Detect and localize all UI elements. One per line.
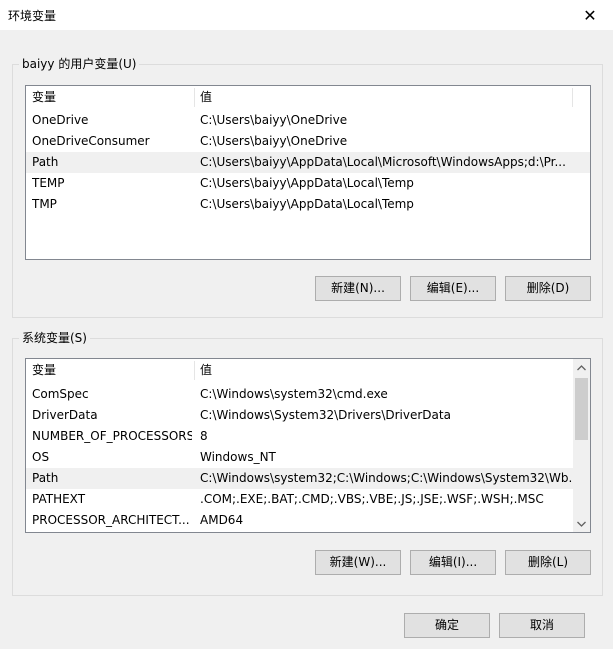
variable-name: Path bbox=[32, 471, 59, 485]
table-row[interactable]: ComSpec C:\Windows\system32\cmd.exe bbox=[26, 384, 573, 405]
variable-name: PROCESSOR_ARCHITECT... bbox=[32, 513, 190, 527]
table-row-selected[interactable]: Path C:\Windows\system32;C:\Windows;C:\W… bbox=[26, 468, 580, 489]
vertical-scrollbar[interactable] bbox=[573, 359, 590, 532]
user-variables-list[interactable]: 变量 值 OneDrive C:\Users\baiyy\OneDrive On… bbox=[25, 85, 591, 260]
ok-button[interactable]: 确定 bbox=[404, 613, 490, 638]
table-row[interactable]: TMP C:\Users\baiyy\AppData\Local\Temp bbox=[26, 194, 590, 215]
system-variables-legend: 系统变量(S) bbox=[19, 331, 90, 345]
user-new-button[interactable]: 新建(N)... bbox=[315, 276, 401, 301]
variable-name: NUMBER_OF_PROCESSORS bbox=[32, 429, 192, 443]
column-header-value[interactable]: 值 bbox=[194, 86, 212, 110]
user-delete-button[interactable]: 删除(D) bbox=[505, 276, 591, 301]
title-bar: 环境变量 ✕ bbox=[0, 0, 613, 30]
variable-value: C:\Users\baiyy\OneDrive bbox=[200, 134, 348, 148]
variable-name: PATHEXT bbox=[32, 492, 86, 506]
variable-value: C:\Windows\system32\cmd.exe bbox=[200, 387, 388, 401]
column-separator[interactable] bbox=[572, 88, 573, 107]
variable-name: OneDriveConsumer bbox=[32, 134, 150, 148]
scroll-up-icon[interactable] bbox=[573, 359, 590, 376]
table-row[interactable]: OneDriveConsumer C:\Users\baiyy\OneDrive bbox=[26, 131, 590, 152]
system-variables-group: 系统变量(S) 变量 值 ComSpec C:\Windows\system32… bbox=[12, 331, 603, 596]
variable-name: DriverData bbox=[32, 408, 98, 422]
variable-name: Path bbox=[32, 155, 59, 169]
variable-value: C:\Users\baiyy\AppData\Local\Temp bbox=[200, 197, 414, 211]
system-edit-button[interactable]: 编辑(I)... bbox=[410, 550, 496, 575]
table-row[interactable]: PROCESSOR_ARCHITECT... AMD64 bbox=[26, 510, 573, 531]
variable-value: C:\Windows\System32\Drivers\DriverData bbox=[200, 408, 451, 422]
table-row-selected[interactable]: Path C:\Users\baiyy\AppData\Local\Micros… bbox=[26, 152, 590, 173]
cancel-button[interactable]: 取消 bbox=[499, 613, 585, 638]
user-variables-legend: baiyy 的用户变量(U) bbox=[19, 57, 140, 71]
system-list-header: 变量 值 bbox=[26, 359, 573, 383]
window-title: 环境变量 bbox=[8, 9, 57, 23]
variable-value: .COM;.EXE;.BAT;.CMD;.VBS;.VBE;.JS;.JSE;.… bbox=[200, 492, 544, 506]
table-row[interactable]: TEMP C:\Users\baiyy\AppData\Local\Temp bbox=[26, 173, 590, 194]
variable-value: C:\Users\baiyy\OneDrive bbox=[200, 113, 348, 127]
variable-name: TMP bbox=[32, 197, 57, 211]
table-row[interactable]: DriverData C:\Windows\System32\Drivers\D… bbox=[26, 405, 573, 426]
close-icon[interactable]: ✕ bbox=[567, 0, 613, 30]
variable-value: C:\Users\baiyy\AppData\Local\Microsoft\W… bbox=[200, 155, 566, 169]
table-row[interactable]: OneDrive C:\Users\baiyy\OneDrive bbox=[26, 110, 590, 131]
user-variables-group: baiyy 的用户变量(U) 变量 值 OneDrive C:\Users\ba… bbox=[12, 57, 603, 318]
table-row[interactable]: NUMBER_OF_PROCESSORS 8 bbox=[26, 426, 573, 447]
column-header-name[interactable]: 变量 bbox=[26, 359, 56, 383]
table-row[interactable]: PATHEXT .COM;.EXE;.BAT;.CMD;.VBS;.VBE;.J… bbox=[26, 489, 573, 510]
user-edit-button[interactable]: 编辑(E)... bbox=[410, 276, 496, 301]
table-row[interactable]: OS Windows_NT bbox=[26, 447, 573, 468]
column-header-name[interactable]: 变量 bbox=[26, 86, 56, 110]
variable-value: AMD64 bbox=[200, 513, 244, 527]
variable-name: OS bbox=[32, 450, 50, 464]
variable-value: Windows_NT bbox=[200, 450, 276, 464]
system-variables-list[interactable]: 变量 值 ComSpec C:\Windows\system32\cmd.exe… bbox=[25, 358, 591, 533]
system-delete-button[interactable]: 删除(L) bbox=[505, 550, 591, 575]
variable-name: ComSpec bbox=[32, 387, 89, 401]
variable-value: C:\Windows\system32;C:\Windows;C:\Window… bbox=[200, 471, 580, 485]
user-list-header: 变量 值 bbox=[26, 86, 590, 110]
variable-value: C:\Users\baiyy\AppData\Local\Temp bbox=[200, 176, 414, 190]
variable-name: OneDrive bbox=[32, 113, 89, 127]
column-header-value[interactable]: 值 bbox=[194, 359, 212, 383]
variable-value: 8 bbox=[200, 429, 208, 443]
variable-name: TEMP bbox=[32, 176, 65, 190]
scroll-down-icon[interactable] bbox=[573, 515, 590, 532]
system-new-button[interactable]: 新建(W)... bbox=[315, 550, 401, 575]
scrollbar-thumb[interactable] bbox=[575, 378, 588, 440]
